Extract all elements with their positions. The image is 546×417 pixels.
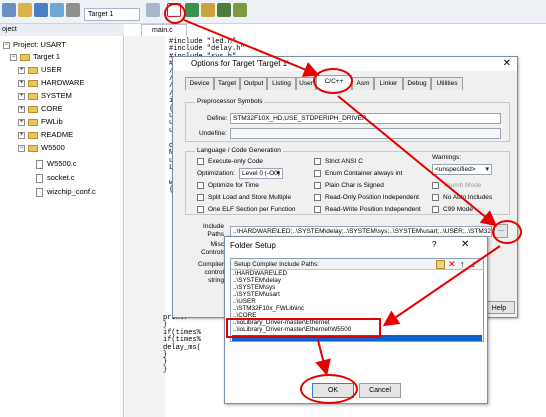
annotation-arrows: [183, 19, 501, 376]
arrow-to-ok-button: [315, 339, 331, 376]
arrow-to-browse-button: [337, 95, 498, 227]
arrow-to-new-paths: [382, 245, 501, 327]
arrow-to-c-cpp-tab: [183, 19, 320, 77]
